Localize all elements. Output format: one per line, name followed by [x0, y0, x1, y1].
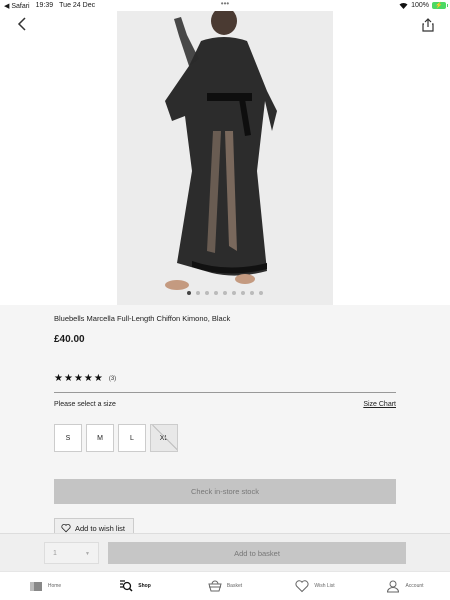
- gallery-dot[interactable]: [205, 291, 209, 295]
- product-price: £40.00: [54, 334, 85, 345]
- battery-icon: ⚡: [432, 2, 448, 9]
- size-option-xl[interactable]: XL: [150, 424, 178, 452]
- product-gallery[interactable]: [0, 11, 450, 305]
- star-icon: ★: [73, 373, 83, 384]
- rating[interactable]: ★ ★ ★ ★ ★ (3): [54, 374, 116, 384]
- tab-home[interactable]: Home: [0, 572, 90, 600]
- check-stock-button[interactable]: Check in-store stock: [54, 479, 396, 504]
- size-options: S M L XL: [54, 424, 178, 452]
- status-date: Tue 24 Dec: [59, 2, 96, 9]
- tab-basket[interactable]: Basket: [180, 572, 270, 600]
- size-option-l[interactable]: L: [118, 424, 146, 452]
- product-details: Bluebells Marcella Full-Length Chiffon K…: [0, 305, 450, 538]
- gallery-dot[interactable]: [214, 291, 218, 295]
- wishlist-label: Add to wish list: [75, 523, 126, 533]
- star-icon: ★: [93, 373, 103, 384]
- tab-account[interactable]: Account: [360, 572, 450, 600]
- size-label: Please select a size: [54, 401, 116, 408]
- share-icon: [422, 17, 434, 32]
- quantity-value: 1: [53, 549, 57, 557]
- gallery-pagination[interactable]: [0, 291, 450, 295]
- gallery-dot[interactable]: [259, 291, 263, 295]
- kimono-figure: [117, 11, 333, 305]
- gallery-dot[interactable]: [196, 291, 200, 295]
- tab-shop[interactable]: Shop: [90, 572, 180, 600]
- back-button[interactable]: [14, 17, 30, 35]
- back-to-app[interactable]: ◀ Safari: [4, 2, 30, 10]
- star-icon: ★: [54, 373, 63, 384]
- gallery-dot[interactable]: [241, 291, 245, 295]
- gallery-dot[interactable]: [187, 291, 191, 295]
- wifi-icon: [399, 2, 408, 9]
- quantity-select[interactable]: 1 ▼: [44, 542, 99, 564]
- heart-icon: [295, 580, 309, 593]
- shop-search-icon: [120, 580, 133, 592]
- tab-bar: Home Shop Basket Wish List Account: [0, 571, 450, 600]
- tab-label: Basket: [226, 583, 243, 589]
- divider: [54, 392, 396, 393]
- gallery-dot[interactable]: [232, 291, 236, 295]
- battery-percent: 100%: [411, 2, 429, 9]
- purchase-bar: 1 ▼ Add to basket: [0, 533, 450, 571]
- tab-wish-list[interactable]: Wish List: [270, 572, 360, 600]
- size-option-s[interactable]: S: [54, 424, 82, 452]
- basket-icon: [208, 580, 222, 592]
- size-option-m[interactable]: M: [86, 424, 114, 452]
- product-title: Bluebells Marcella Full-Length Chiffon K…: [54, 314, 231, 323]
- star-icon: ★: [83, 373, 93, 384]
- chevron-down-icon: ▼: [85, 551, 90, 557]
- tab-label: Wish List: [314, 583, 335, 589]
- gallery-dot[interactable]: [223, 291, 227, 295]
- heart-icon: [61, 523, 71, 533]
- add-to-basket-button[interactable]: Add to basket: [108, 542, 406, 564]
- multitask-dots[interactable]: •••: [221, 0, 229, 8]
- size-chart-link[interactable]: Size Chart: [363, 401, 396, 408]
- chevron-left-icon: [17, 17, 26, 31]
- share-button[interactable]: [420, 17, 436, 35]
- tab-label: Shop: [138, 583, 151, 589]
- tab-label: Account: [405, 583, 424, 589]
- account-icon: [387, 580, 400, 593]
- rating-count: (3): [108, 376, 117, 382]
- home-icon: [29, 582, 42, 591]
- tab-label: Home: [47, 583, 62, 589]
- status-bar: ◀ Safari 19:39 Tue 24 Dec ••• 100% ⚡: [0, 0, 450, 11]
- star-icon: ★: [63, 373, 73, 384]
- status-time: 19:39: [35, 2, 54, 9]
- product-image[interactable]: [117, 11, 333, 305]
- gallery-dot[interactable]: [250, 291, 254, 295]
